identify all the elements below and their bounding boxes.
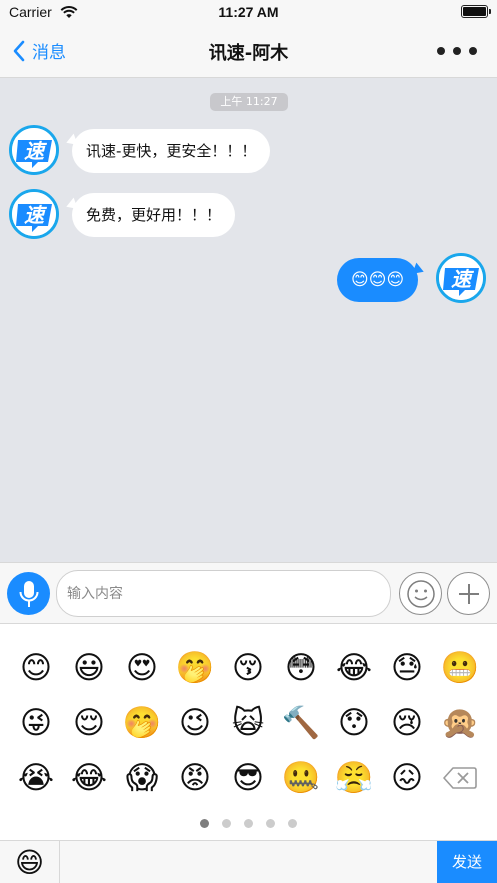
- page-dot[interactable]: [222, 819, 231, 828]
- emoji-key[interactable]: 😍: [122, 648, 162, 688]
- message-bubble-incoming[interactable]: 讯速-更快，更安全！！！: [72, 129, 271, 173]
- emoji-key[interactable]: 🔨: [281, 703, 321, 743]
- page-dot[interactable]: [244, 819, 253, 828]
- message-input[interactable]: [56, 570, 391, 617]
- voice-input-button[interactable]: [7, 572, 50, 615]
- status-time: 11:27 AM: [218, 4, 279, 20]
- more-dot-icon: [453, 47, 461, 55]
- message-bubble-incoming[interactable]: 免费，更好用！！！: [72, 193, 236, 237]
- emoji-key[interactable]: 😬: [440, 648, 480, 688]
- microphone-icon: [19, 580, 38, 607]
- page-indicator[interactable]: [0, 819, 497, 828]
- contact-avatar[interactable]: 速: [9, 125, 59, 175]
- emoji-key[interactable]: 🙀: [228, 703, 268, 743]
- app-logo-icon: 速: [12, 192, 56, 236]
- emoji-key[interactable]: 😢: [387, 703, 427, 743]
- emoji-key[interactable]: 🤭: [175, 648, 215, 688]
- add-attachment-button[interactable]: [447, 572, 490, 615]
- message-timestamp: 上午 11:27: [210, 93, 288, 111]
- emoji-key[interactable]: 😖: [387, 758, 427, 798]
- plus-icon: [458, 583, 479, 604]
- emoji-key[interactable]: 🙊: [440, 703, 480, 743]
- emoji-key[interactable]: 😓: [387, 648, 427, 688]
- chat-area[interactable]: 上午 11:27 速 讯速-更快，更安全！！！ 速 免费，更好用！！！ 速 😊😊…: [0, 78, 497, 562]
- emoji-key[interactable]: 😂: [334, 648, 374, 688]
- emoji-key[interactable]: 🤭: [122, 703, 162, 743]
- emoji-key[interactable]: 😂: [69, 758, 109, 798]
- message-bubble-outgoing[interactable]: 😊😊😊: [337, 258, 419, 302]
- page-dot[interactable]: [288, 819, 297, 828]
- user-avatar[interactable]: 速: [436, 253, 486, 303]
- emoji-key[interactable]: 😤: [334, 758, 374, 798]
- emoji-key[interactable]: 😚: [228, 648, 268, 688]
- backspace-icon: [443, 767, 477, 789]
- emoji-key[interactable]: 😉: [175, 703, 215, 743]
- page-title: 讯速-阿木: [208, 43, 289, 64]
- app-logo-icon: 速: [12, 128, 56, 172]
- emoji-key[interactable]: 😊: [16, 648, 56, 688]
- emoji-key[interactable]: 🤐: [281, 758, 321, 798]
- emoji-key[interactable]: 😜: [16, 703, 56, 743]
- emoji-key[interactable]: 😭: [16, 758, 56, 798]
- app-logo-icon: 速: [439, 256, 483, 300]
- navigation-bar: 消息 讯速-阿木: [0, 26, 497, 78]
- emoji-key[interactable]: 😱: [122, 758, 162, 798]
- more-dot-icon: [469, 47, 477, 55]
- emoji-key[interactable]: 😯: [334, 703, 374, 743]
- emoji-toggle-button[interactable]: [399, 572, 442, 615]
- emoji-keyboard: 😊 😃 😍 🤭 😚 😳 😂 😓 😬 😜 😌 🤭 😉 🙀 🔨 😯 😢 🙊 😭 😂 …: [0, 624, 497, 840]
- page-dot-active[interactable]: [200, 819, 209, 828]
- emoji-key[interactable]: 😌: [69, 703, 109, 743]
- emoji-key[interactable]: 😎: [228, 758, 268, 798]
- emoji-key[interactable]: 😳: [281, 648, 321, 688]
- emoji-key[interactable]: 😡: [175, 758, 215, 798]
- page-dot[interactable]: [266, 819, 275, 828]
- battery-icon: [461, 5, 491, 18]
- input-bar: [0, 562, 497, 624]
- emoji-category-bar: 😄 发送: [0, 840, 497, 883]
- emoji-category-button[interactable]: 😄: [0, 841, 60, 883]
- status-bar: Carrier 11:27 AM: [0, 0, 497, 26]
- smiley-icon: [406, 579, 435, 608]
- emoji-delete-button[interactable]: [442, 763, 478, 793]
- more-options-button[interactable]: [437, 40, 477, 62]
- more-dot-icon: [437, 47, 445, 55]
- send-button[interactable]: 发送: [437, 841, 497, 883]
- contact-avatar[interactable]: 速: [9, 189, 59, 239]
- emoji-key[interactable]: 😃: [69, 648, 109, 688]
